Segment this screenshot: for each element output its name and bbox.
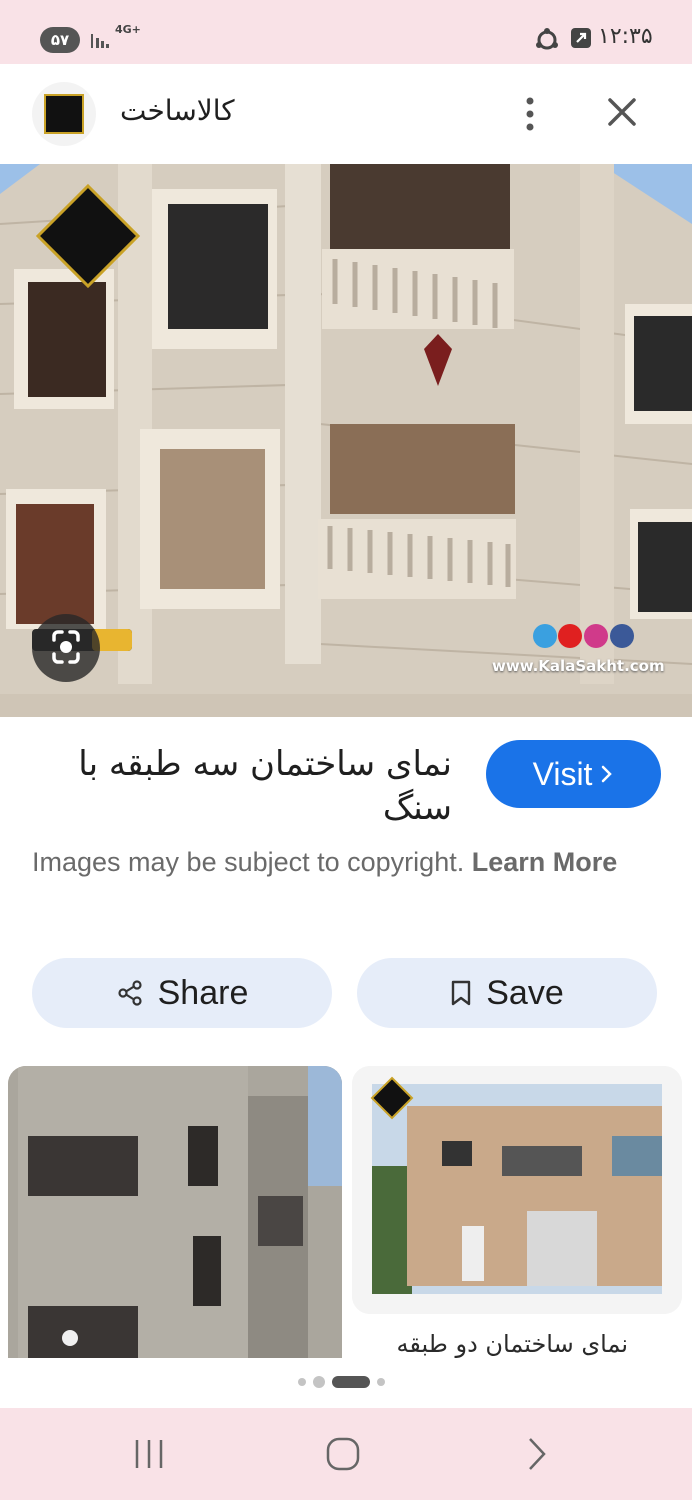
chevron-right-icon xyxy=(602,765,613,783)
close-icon[interactable] xyxy=(600,94,644,134)
related-caption[interactable]: نمای ساختمان دو طبقه xyxy=(358,1330,628,1358)
navigation-bar xyxy=(0,1408,692,1500)
visit-button[interactable]: Visit xyxy=(486,740,661,808)
pagination-dots xyxy=(298,1376,385,1388)
back-icon[interactable] xyxy=(514,1434,558,1474)
recent-apps-icon[interactable] xyxy=(128,1434,172,1474)
watermark: www.KalaSakht.com xyxy=(492,657,665,675)
related-two-story-image xyxy=(352,1066,682,1314)
battery-indicator: ۵۷ xyxy=(40,27,80,53)
home-icon[interactable] xyxy=(321,1434,365,1474)
copyright-notice: Images may be subject to copyright. Lear… xyxy=(32,840,662,884)
bookmark-icon xyxy=(452,980,471,1006)
image-title: نمای ساختمان سه طبقه با سنگ xyxy=(78,744,452,828)
clock: ۱۲:۳۵ xyxy=(598,24,653,49)
pagination-dot xyxy=(377,1378,385,1386)
building-facade-image xyxy=(0,164,692,717)
site-logo[interactable] xyxy=(32,82,96,146)
kalasakht-logo-icon xyxy=(44,94,84,134)
header: کالاساخت xyxy=(0,64,692,164)
status-icons xyxy=(534,27,592,53)
save-button[interactable]: Save xyxy=(357,958,657,1028)
pagination-dot xyxy=(313,1376,325,1388)
related-image-left[interactable] xyxy=(8,1066,342,1358)
save-label: Save xyxy=(486,973,564,1012)
share-icon xyxy=(118,980,142,1006)
more-vert-icon[interactable] xyxy=(512,94,548,134)
copyright-text: Images may be subject to copyright. xyxy=(32,847,465,877)
pagination-dot-active xyxy=(332,1376,370,1388)
related-image-right[interactable] xyxy=(352,1066,682,1314)
pagination-dot xyxy=(298,1378,306,1386)
related-building-image xyxy=(8,1066,342,1358)
learn-more-link[interactable]: Learn More xyxy=(472,847,618,877)
google-lens-icon xyxy=(52,630,80,664)
share-label: Share xyxy=(157,973,249,1012)
sync-icon xyxy=(536,28,558,50)
visit-label: Visit xyxy=(532,755,593,792)
app-notification-icon xyxy=(571,28,591,48)
network-type: 4G+ xyxy=(115,23,141,36)
signal-icon xyxy=(91,34,109,48)
google-lens-button[interactable] xyxy=(32,614,100,682)
site-title[interactable]: کالاساخت xyxy=(120,94,235,127)
share-button[interactable]: Share xyxy=(32,958,332,1028)
status-bar: ۵۷ 4G+ ۱۲:۳۵ xyxy=(0,0,692,64)
main-image[interactable]: www.KalaSakht.com xyxy=(0,164,692,717)
